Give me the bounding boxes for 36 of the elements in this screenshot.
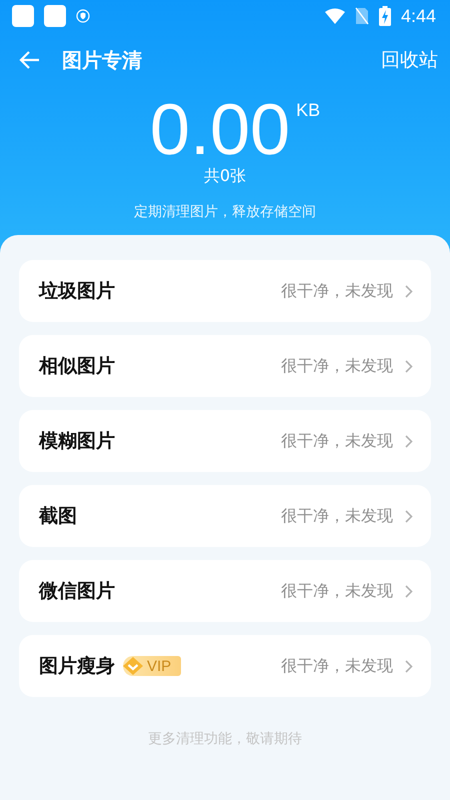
summary-hint: 定期清理图片，释放存储空间 [134,203,316,221]
category-label: 图片瘦身 [39,654,115,679]
category-item[interactable]: 垃圾图片 很干净，未发现 [19,260,431,322]
category-status: 很干净，未发现 [281,280,393,302]
chevron-icon [405,510,413,522]
category-label: 垃圾图片 [39,279,115,304]
category-status: 很干净，未发现 [281,430,393,452]
vip-badge: VIP [123,656,182,676]
category-label: 模糊图片 [39,429,115,454]
wifi-icon [324,8,345,24]
page-title: 图片专清 [62,46,143,74]
category-item[interactable]: 图片瘦身 VIP 很干净，未发现 [19,635,431,697]
category-label: 截图 [39,504,77,529]
category-status: 很干净，未发现 [281,506,393,526]
category-label: 微信图片 [39,579,115,604]
chevron-icon [405,360,413,372]
size-unit: KB [296,100,320,121]
shield-icon [76,9,90,23]
category-item[interactable]: 微信图片 很干净，未发现 [19,560,431,622]
photo-count: 共0张 [204,166,246,187]
category-status: 很干净，未发现 [281,656,393,676]
category-item[interactable]: 截图 很干净，未发现 [19,485,431,547]
chevron-icon [405,284,413,298]
chevron-icon [405,434,413,448]
category-status: 很干净，未发现 [281,356,393,376]
notification-icon [12,5,34,27]
category-item[interactable]: 相似图片 很干净，未发现 [19,335,431,397]
status-time: 4:44 [400,6,436,26]
no-sim-icon [354,7,369,25]
category-item[interactable]: 模糊图片 很干净，未发现 [19,410,431,472]
category-label: 相似图片 [39,354,115,379]
notification-icon [44,5,66,27]
battery-icon [378,6,391,26]
chevron-icon [405,660,413,672]
category-status: 很干净，未发现 [281,580,393,602]
chevron-icon [405,584,413,598]
